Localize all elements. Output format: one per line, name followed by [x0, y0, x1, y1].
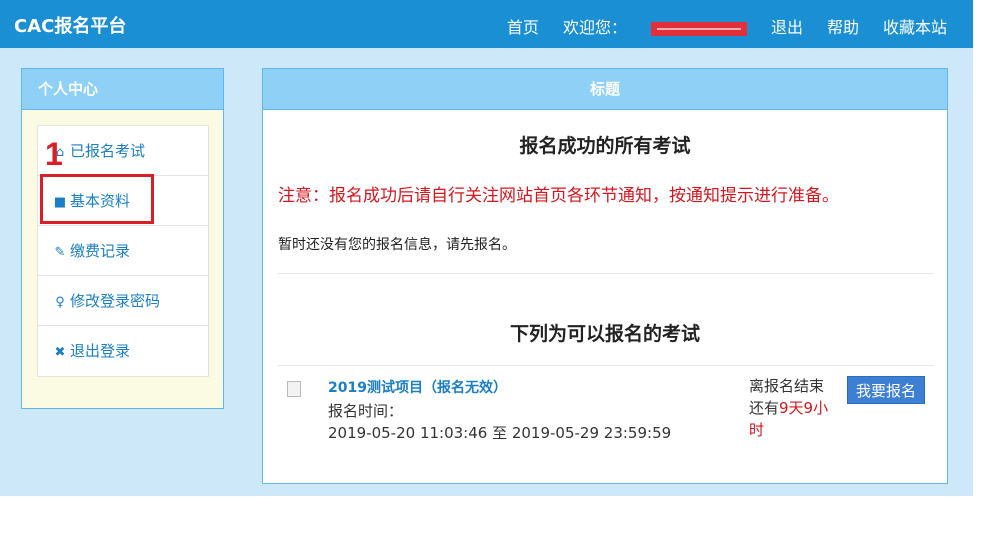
- sidebar-menu: ⌂ 已报名考试 ■ 基本资料 ✎ 缴费记录 ♀ 修改登录密码 ✖ 退出登录: [37, 125, 209, 377]
- exam-thumbnail-broken-image: [287, 381, 301, 397]
- top-nav: 首页 欢迎您： 退出 帮助 收藏本站: [483, 14, 947, 38]
- welcome-text: 欢迎您：: [563, 14, 747, 38]
- divider: [278, 273, 934, 274]
- exam-name-link[interactable]: 2019测试项目（报名无效）: [328, 377, 507, 397]
- user-key-icon: ♀: [55, 295, 65, 310]
- brand-logo[interactable]: CAC报名平台: [14, 12, 126, 38]
- main-panel: 标题 报名成功的所有考试 注意：报名成功后请自行关注网站首页各环节通知，按通知提…: [262, 68, 948, 484]
- sidebar-item-label: 已报名考试: [70, 142, 146, 160]
- nav-logout-link[interactable]: 退出: [771, 14, 803, 38]
- notice-text: 注意：报名成功后请自行关注网站首页各环节通知，按通知提示进行准备。: [278, 186, 839, 206]
- exam-time-range: 2019-05-20 11:03:46 至 2019-05-29 23:59:5…: [328, 424, 672, 442]
- sidebar-title: 个人中心: [22, 69, 223, 110]
- nav-bookmark-link[interactable]: 收藏本站: [883, 14, 947, 38]
- nav-home-link[interactable]: 首页: [507, 14, 539, 38]
- registration-countdown: 离报名结束还有9天9小时: [749, 375, 835, 441]
- annotation-step-number: 1: [45, 136, 63, 172]
- sidebar-item-label: 缴费记录: [70, 242, 131, 260]
- annotation-highlight-box: [40, 174, 154, 224]
- exam-time-label: 报名时间：: [328, 402, 404, 420]
- empty-registration-message: 暂时还没有您的报名信息，请先报名。: [278, 237, 516, 253]
- sidebar-item-registered-exams[interactable]: ⌂ 已报名考试: [38, 126, 208, 176]
- close-icon: ✖: [54, 345, 66, 360]
- available-exams-heading: 下列为可以报名的考试: [509, 323, 700, 345]
- registered-exams-heading: 报名成功的所有考试: [519, 135, 691, 157]
- redacted-username: [650, 21, 747, 36]
- nav-help-link[interactable]: 帮助: [827, 14, 859, 38]
- sidebar-item-label: 修改登录密码: [70, 292, 161, 310]
- top-navbar: CAC报名平台 首页 欢迎您： 退出 帮助 收藏本站: [0, 0, 973, 48]
- sidebar-item-logout[interactable]: ✖ 退出登录: [38, 326, 208, 376]
- main-panel-title: 标题: [263, 69, 947, 110]
- apply-button[interactable]: 我要报名: [847, 376, 925, 404]
- sidebar-item-label: 退出登录: [70, 342, 131, 360]
- sidebar-panel: 个人中心 ⌂ 已报名考试 ■ 基本资料 ✎ 缴费记录 ♀ 修改登录密码 ✖ 退出登录: [21, 68, 224, 409]
- sidebar-item-payment-records[interactable]: ✎ 缴费记录: [38, 226, 208, 276]
- welcome-label: 欢迎您：: [562, 18, 627, 37]
- divider: [278, 365, 934, 366]
- pencil-icon: ✎: [54, 245, 66, 260]
- sidebar-item-change-password[interactable]: ♀ 修改登录密码: [38, 276, 208, 326]
